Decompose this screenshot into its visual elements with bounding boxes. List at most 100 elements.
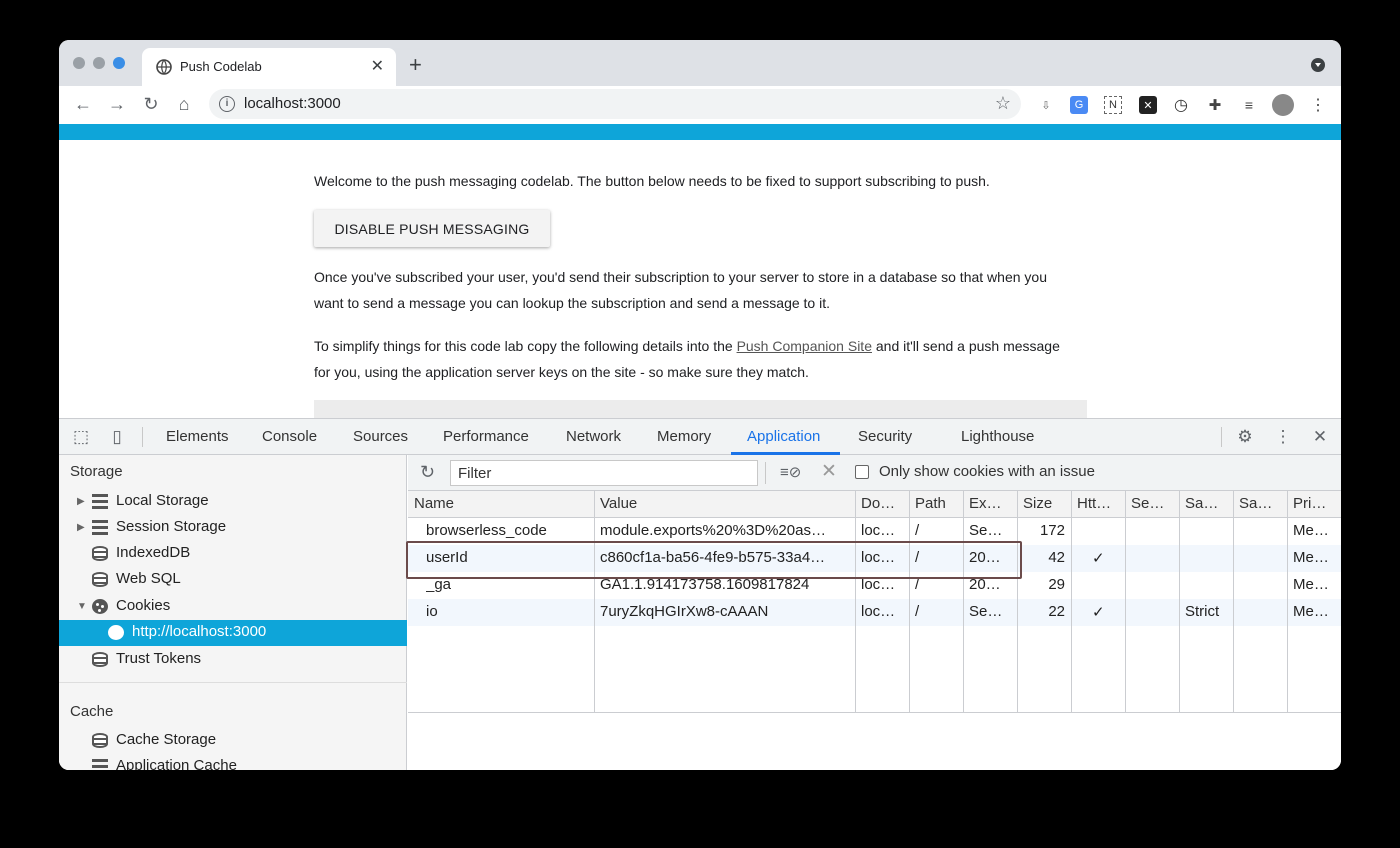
more-options-icon[interactable]: ⋮ [1273, 427, 1293, 447]
tab-search-icon[interactable] [1311, 58, 1325, 72]
menu-kebab-icon[interactable]: ⋮ [1309, 96, 1327, 114]
sidebar-item-web-sql[interactable]: Web SQL [59, 567, 407, 593]
extension-download-icon[interactable]: ⇩ [1037, 96, 1055, 114]
filter-input[interactable] [450, 460, 758, 486]
cell-samesite: Strict [1185, 603, 1220, 620]
tab-memory[interactable]: Memory [657, 428, 711, 445]
column-header-expires[interactable]: Ex… [963, 491, 1017, 518]
extension-translate-icon[interactable]: G [1070, 96, 1088, 114]
maximize-window-button[interactable] [113, 57, 125, 69]
extensions-puzzle-icon[interactable]: ✚ [1206, 96, 1224, 114]
back-icon[interactable]: ← [71, 92, 95, 116]
column-divider [1179, 491, 1180, 713]
forward-icon[interactable]: → [105, 92, 129, 116]
tab-security[interactable]: Security [858, 428, 912, 445]
cell-value: module.exports%20%3D%20as… [600, 522, 826, 539]
extension-n-icon[interactable]: N [1104, 96, 1122, 114]
sidebar-item-label: Cookies [116, 597, 171, 614]
tab-network[interactable]: Network [566, 428, 621, 445]
browser-tab[interactable]: Push Codelab ✕ [142, 48, 396, 86]
column-header-name[interactable]: Name [408, 491, 594, 518]
sidebar-item-label: Web SQL [116, 570, 181, 587]
divider [765, 462, 766, 484]
close-devtools-icon[interactable]: ✕ [1310, 427, 1330, 447]
storage-table-icon [92, 494, 108, 509]
subscription-json-box [314, 400, 1087, 418]
sidebar-item-local-storage[interactable]: ▶ Local Storage [59, 489, 407, 515]
sidebar-item-indexeddb[interactable]: IndexedDB [59, 541, 407, 567]
tab-lighthouse[interactable]: Lighthouse [961, 428, 1034, 445]
sidebar-item-session-storage[interactable]: ▶ Session Storage [59, 515, 407, 541]
url-text: localhost:3000 [244, 95, 341, 112]
sidebar-item-label: IndexedDB [116, 544, 191, 561]
application-sidebar: Storage ▶ Local Storage ▶ Session Storag… [59, 455, 407, 770]
cell-priority: Me… [1293, 603, 1329, 620]
clear-all-cookies-icon[interactable]: ≡⊘ [780, 463, 801, 481]
delete-selected-icon[interactable]: ✕ [821, 460, 837, 483]
column-header-priority[interactable]: Pri… [1287, 491, 1341, 518]
column-header-domain[interactable]: Do… [855, 491, 909, 518]
column-divider [855, 491, 856, 713]
avatar[interactable] [1272, 94, 1294, 116]
column-header-size[interactable]: Size [1017, 491, 1071, 518]
browser-toolbar: ← → ↻ ⌂ i localhost:3000 ☆ ⇩ G N ✕ ◷ ✚ ≡… [59, 86, 1341, 124]
sidebar-item-cache-storage[interactable]: Cache Storage [59, 728, 407, 754]
site-info-icon[interactable]: i [219, 96, 235, 112]
column-header-sameparty[interactable]: Sa… [1233, 491, 1287, 518]
inspect-element-icon[interactable]: ⬚ [71, 427, 91, 447]
companion-text-before: To simplify things for this code lab cop… [314, 338, 737, 354]
device-toolbar-icon[interactable]: ▯ [107, 427, 127, 447]
cookie-icon [92, 599, 108, 614]
sidebar-item-label: Local Storage [116, 492, 209, 509]
cell-domain: loc… [861, 522, 896, 539]
cookie-icon [108, 625, 124, 640]
sidebar-item-label: Trust Tokens [116, 650, 202, 667]
tab-application[interactable]: Application [747, 428, 820, 445]
column-header-value[interactable]: Value [594, 491, 855, 518]
column-header-samesite[interactable]: Sa… [1179, 491, 1233, 518]
collapse-arrow-icon[interactable]: ▼ [77, 601, 87, 612]
storage-table-icon [92, 759, 108, 770]
column-header-path[interactable]: Path [909, 491, 963, 518]
settings-gear-icon[interactable]: ⚙ [1235, 427, 1255, 447]
sidebar-item-cookies[interactable]: ▼ Cookies [59, 594, 407, 620]
push-companion-link[interactable]: Push Companion Site [737, 338, 872, 354]
sidebar-item-application-cache[interactable]: Application Cache [59, 754, 407, 770]
bookmark-star-icon[interactable]: ☆ [995, 93, 1011, 114]
column-divider [1125, 491, 1126, 713]
sidebar-item-label: Application Cache [116, 757, 237, 770]
push-toggle-button[interactable]: DISABLE PUSH MESSAGING [314, 210, 550, 247]
home-icon[interactable]: ⌂ [172, 92, 196, 116]
extension-clock-icon[interactable]: ◷ [1172, 96, 1190, 114]
tab-elements[interactable]: Elements [166, 428, 229, 445]
column-divider [1287, 491, 1288, 713]
address-bar[interactable]: i localhost:3000 ☆ [209, 89, 1021, 119]
cell-path: / [915, 603, 920, 620]
sidebar-item-localhost-cookies[interactable]: http://localhost:3000 [59, 620, 407, 646]
column-header-httponly[interactable]: Htt… [1071, 491, 1125, 518]
close-window-button[interactable] [73, 57, 85, 69]
column-divider [1017, 491, 1018, 713]
column-divider [909, 491, 910, 713]
tab-sources[interactable]: Sources [353, 428, 408, 445]
expand-arrow-icon[interactable]: ▶ [77, 522, 85, 533]
reload-icon[interactable]: ↻ [139, 92, 163, 116]
expand-arrow-icon[interactable]: ▶ [77, 496, 85, 507]
media-control-icon[interactable]: ≡ [1240, 96, 1258, 114]
tab-performance[interactable]: Performance [443, 428, 529, 445]
extension-x-icon[interactable]: ✕ [1139, 96, 1157, 114]
tab-console[interactable]: Console [262, 428, 317, 445]
only-issues-checkbox[interactable] [855, 465, 869, 479]
refresh-icon[interactable]: ↻ [420, 462, 435, 483]
minimize-window-button[interactable] [93, 57, 105, 69]
storage-header: Storage [70, 463, 123, 480]
cell-expires: Se… [969, 603, 1003, 620]
only-issues-label: Only show cookies with an issue [879, 463, 1095, 480]
highlight-annotation [406, 541, 1022, 579]
column-header-secure[interactable]: Se… [1125, 491, 1179, 518]
close-tab-icon[interactable]: ✕ [371, 56, 384, 76]
new-tab-button[interactable]: + [409, 52, 422, 78]
sidebar-item-trust-tokens[interactable]: Trust Tokens [59, 647, 407, 673]
table-row[interactable]: io 7uryZkqHGIrXw8-cAAAN loc… / Se… 22 ✓ … [408, 599, 1341, 626]
app-header-bar [59, 124, 1341, 140]
